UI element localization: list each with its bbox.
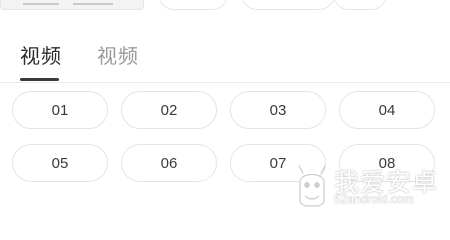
active-tab-indicator bbox=[20, 78, 59, 81]
episode-button[interactable]: 02 bbox=[121, 91, 217, 129]
top-option-pill[interactable] bbox=[333, 0, 387, 10]
top-option-pill[interactable] bbox=[158, 0, 228, 10]
episode-button[interactable]: 03 bbox=[230, 91, 326, 129]
top-option-pill[interactable] bbox=[241, 0, 335, 10]
episode-button[interactable]: 06 bbox=[121, 144, 217, 182]
tab-video[interactable]: 视频 bbox=[97, 40, 139, 69]
episode-button[interactable]: 01 bbox=[12, 91, 108, 129]
watermark-url: 52android.com bbox=[334, 192, 414, 206]
watermark: 我爱安卓 52android.com bbox=[292, 160, 450, 210]
thumbnail-caption bbox=[73, 3, 113, 5]
video-thumbnail[interactable] bbox=[0, 0, 144, 10]
episode-button[interactable]: 04 bbox=[339, 91, 435, 129]
episode-button[interactable]: 05 bbox=[12, 144, 108, 182]
tab-divider bbox=[0, 82, 450, 83]
tab-bar: 视频 视频 bbox=[0, 38, 450, 82]
thumbnail-caption bbox=[23, 3, 59, 5]
top-partial-row bbox=[0, 0, 450, 10]
android-robot-icon bbox=[298, 165, 326, 207]
tab-video-active[interactable]: 视频 bbox=[20, 40, 62, 69]
